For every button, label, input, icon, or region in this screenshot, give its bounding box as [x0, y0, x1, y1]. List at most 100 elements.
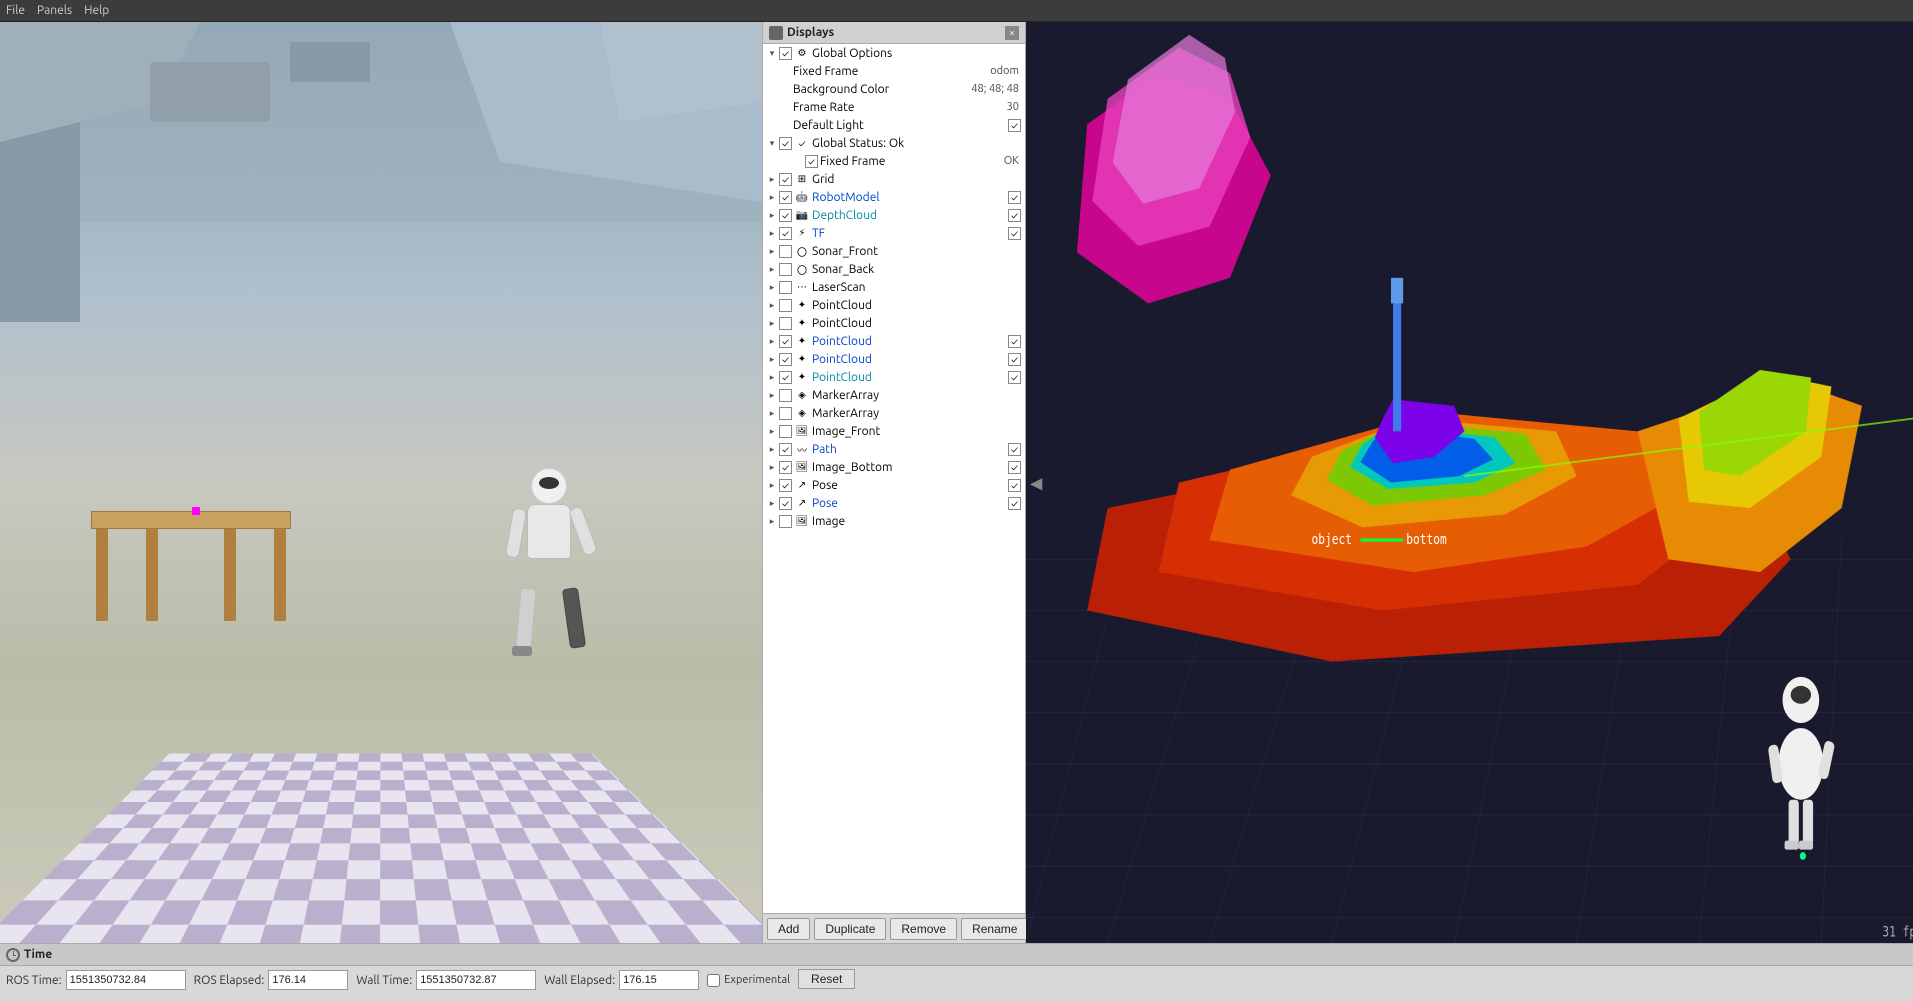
- pc2-checkbox[interactable]: [779, 317, 792, 330]
- robotmodel-enabled[interactable]: [1008, 191, 1021, 204]
- wall-elapsed-input[interactable]: [619, 970, 699, 990]
- menu-panels[interactable]: Panels: [37, 4, 72, 17]
- tree-item-pc2[interactable]: ✦ PointCloud: [763, 314, 1025, 332]
- image-front-checkbox[interactable]: [779, 425, 792, 438]
- tree-item-tf[interactable]: ⚡ TF: [763, 224, 1025, 242]
- tree-item-pose2[interactable]: ↗ Pose: [763, 494, 1025, 512]
- marker2-arrow[interactable]: [765, 406, 779, 420]
- sonar-front-arrow[interactable]: [765, 244, 779, 258]
- tree-item-pc1[interactable]: ✦ PointCloud: [763, 296, 1025, 314]
- tree-item-pc4[interactable]: ✦ PointCloud: [763, 350, 1025, 368]
- pose1-checkbox[interactable]: [779, 479, 792, 492]
- tf-enabled[interactable]: [1008, 227, 1021, 240]
- pc4-arrow[interactable]: [765, 352, 779, 366]
- status-fixed-frame-row[interactable]: Fixed Frame OK: [763, 152, 1025, 170]
- frame-rate-row[interactable]: Frame Rate 30: [763, 98, 1025, 116]
- experimental-checkbox[interactable]: [707, 974, 720, 987]
- rename-button[interactable]: Rename: [961, 918, 1028, 940]
- default-light-checkbox[interactable]: [1008, 119, 1021, 132]
- image-front-arrow[interactable]: [765, 424, 779, 438]
- tf-arrow[interactable]: [765, 226, 779, 240]
- marker1-arrow[interactable]: [765, 388, 779, 402]
- ros-elapsed-input[interactable]: [268, 970, 348, 990]
- marker1-checkbox[interactable]: [779, 389, 792, 402]
- pc4-checkbox[interactable]: [779, 353, 792, 366]
- left-scroll-arrow[interactable]: ◀: [1030, 473, 1042, 492]
- pc3-enabled[interactable]: [1008, 335, 1021, 348]
- status-ff-checkbox[interactable]: [805, 155, 818, 168]
- pc5-enabled[interactable]: [1008, 371, 1021, 384]
- pose2-arrow[interactable]: [765, 496, 779, 510]
- pc3-checkbox[interactable]: [779, 335, 792, 348]
- path-arrow[interactable]: [765, 442, 779, 456]
- pc1-checkbox[interactable]: [779, 299, 792, 312]
- tree-item-pc3[interactable]: ✦ PointCloud: [763, 332, 1025, 350]
- tree-item-marker2[interactable]: ◈ MarkerArray: [763, 404, 1025, 422]
- tree-item-sonar-front[interactable]: 〇 Sonar_Front: [763, 242, 1025, 260]
- displays-tree[interactable]: ⚙ Global Options Fixed Frame odom Backgr…: [763, 44, 1025, 913]
- tree-item-sonar-back[interactable]: 〇 Sonar_Back: [763, 260, 1025, 278]
- path-enabled[interactable]: [1008, 443, 1021, 456]
- depthcloud-checkbox[interactable]: [779, 209, 792, 222]
- robotmodel-arrow[interactable]: [765, 190, 779, 204]
- image-bottom-arrow[interactable]: [765, 460, 779, 474]
- ros-time-input[interactable]: [66, 970, 186, 990]
- pose1-enabled[interactable]: [1008, 479, 1021, 492]
- depthcloud-arrow[interactable]: [765, 208, 779, 222]
- robotmodel-checkbox[interactable]: [779, 191, 792, 204]
- displays-close-button[interactable]: ×: [1005, 26, 1019, 40]
- image-bottom-enabled[interactable]: [1008, 461, 1021, 474]
- tree-item-marker1[interactable]: ◈ MarkerArray: [763, 386, 1025, 404]
- sonar-front-checkbox[interactable]: [779, 245, 792, 258]
- image2-checkbox[interactable]: [779, 515, 792, 528]
- pc2-arrow[interactable]: [765, 316, 779, 330]
- path-checkbox[interactable]: [779, 443, 792, 456]
- left-viewport[interactable]: [0, 22, 762, 943]
- tree-item-pc5[interactable]: ✦ PointCloud: [763, 368, 1025, 386]
- reset-button[interactable]: Reset: [798, 969, 855, 989]
- grid-arrow[interactable]: [765, 172, 779, 186]
- pc3-arrow[interactable]: [765, 334, 779, 348]
- pose1-arrow[interactable]: [765, 478, 779, 492]
- global-status-arrow[interactable]: [765, 136, 779, 150]
- tree-item-image2[interactable]: 🖼 Image: [763, 512, 1025, 530]
- tree-item-laserscan[interactable]: ⋯ LaserScan: [763, 278, 1025, 296]
- tree-item-grid[interactable]: ⊞ Grid: [763, 170, 1025, 188]
- pc4-enabled[interactable]: [1008, 353, 1021, 366]
- tree-item-image-bottom[interactable]: 🖼 Image_Bottom: [763, 458, 1025, 476]
- fixed-frame-row[interactable]: Fixed Frame odom: [763, 62, 1025, 80]
- depthcloud-enabled[interactable]: [1008, 209, 1021, 222]
- tf-checkbox[interactable]: [779, 227, 792, 240]
- laserscan-checkbox[interactable]: [779, 281, 792, 294]
- marker2-checkbox[interactable]: [779, 407, 792, 420]
- sonar-back-arrow[interactable]: [765, 262, 779, 276]
- pc5-arrow[interactable]: [765, 370, 779, 384]
- remove-button[interactable]: Remove: [890, 918, 957, 940]
- menu-help[interactable]: Help: [84, 4, 109, 17]
- tree-item-depthcloud[interactable]: 📷 DepthCloud: [763, 206, 1025, 224]
- global-options-row[interactable]: ⚙ Global Options: [763, 44, 1025, 62]
- pc1-arrow[interactable]: [765, 298, 779, 312]
- tree-item-pose1[interactable]: ↗ Pose: [763, 476, 1025, 494]
- tree-item-robotmodel[interactable]: 🤖 RobotModel: [763, 188, 1025, 206]
- pose2-checkbox[interactable]: [779, 497, 792, 510]
- tree-item-image-front[interactable]: 🖼 Image_Front: [763, 422, 1025, 440]
- pose2-enabled[interactable]: [1008, 497, 1021, 510]
- global-options-checkbox[interactable]: [779, 47, 792, 60]
- experimental-check[interactable]: Experimental: [707, 974, 790, 987]
- image2-arrow[interactable]: [765, 514, 779, 528]
- right-viewport[interactable]: object bottom 31 fps ◀: [1026, 22, 1913, 943]
- background-color-row[interactable]: Background Color 48; 48; 48: [763, 80, 1025, 98]
- sonar-back-checkbox[interactable]: [779, 263, 792, 276]
- grid-checkbox[interactable]: [779, 173, 792, 186]
- menu-file[interactable]: File: [6, 4, 25, 17]
- laserscan-arrow[interactable]: [765, 280, 779, 294]
- tree-item-path[interactable]: 〰 Path: [763, 440, 1025, 458]
- global-status-checkbox[interactable]: [779, 137, 792, 150]
- global-options-arrow[interactable]: [765, 46, 779, 60]
- pc5-checkbox[interactable]: [779, 371, 792, 384]
- global-status-row[interactable]: ✓ Global Status: Ok: [763, 134, 1025, 152]
- image-bottom-checkbox[interactable]: [779, 461, 792, 474]
- add-button[interactable]: Add: [767, 918, 810, 940]
- default-light-row[interactable]: Default Light: [763, 116, 1025, 134]
